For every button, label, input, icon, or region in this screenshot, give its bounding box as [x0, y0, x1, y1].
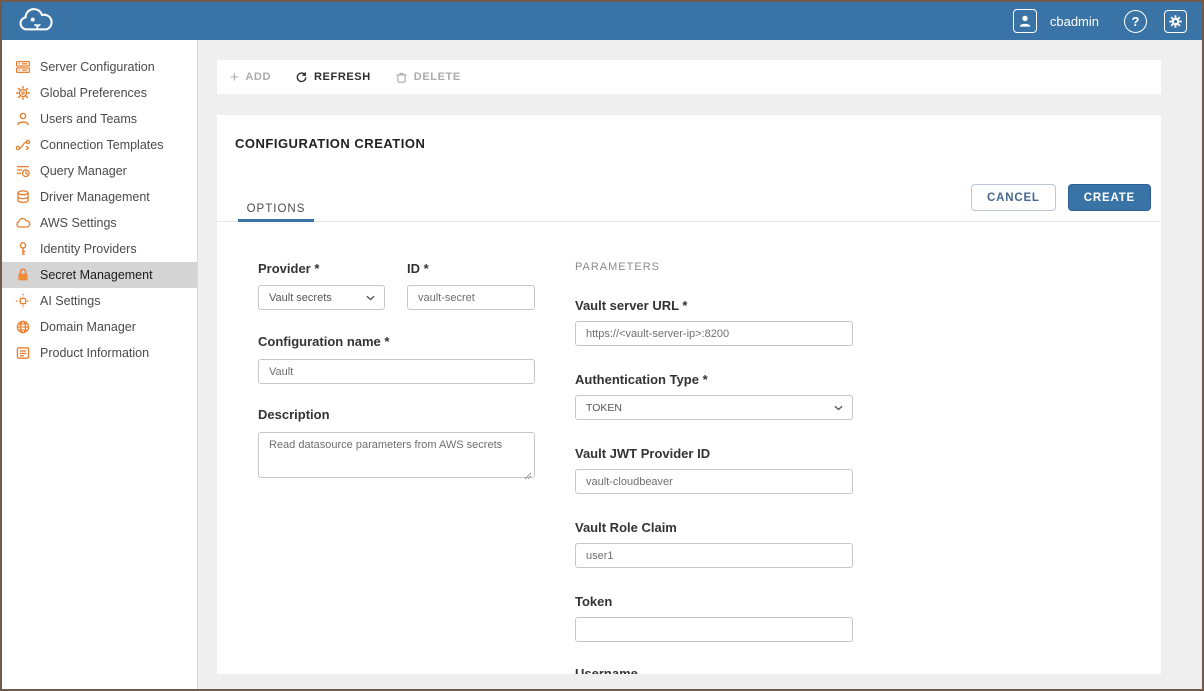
vault-role-claim-label: Vault Role Claim: [575, 520, 677, 535]
sidebar-item-global-preferences[interactable]: Global Preferences: [2, 80, 197, 106]
configuration-name-label: Configuration name *: [258, 334, 389, 349]
authentication-type-select[interactable]: TOKEN: [575, 395, 853, 420]
plus-icon: +: [230, 71, 239, 84]
vault-jwt-provider-id-input[interactable]: [575, 469, 853, 494]
user-icon: [15, 111, 31, 127]
provider-select-value: Vault secrets: [269, 292, 332, 304]
cancel-button[interactable]: CANCEL: [971, 184, 1056, 211]
sidebar-item-label: Global Preferences: [40, 86, 147, 100]
refresh-icon: [295, 71, 308, 84]
sidebar-item-label: Query Manager: [40, 164, 127, 178]
query-clock-icon: [15, 163, 31, 179]
key-icon: [15, 241, 31, 257]
delete-button[interactable]: DELETE: [395, 71, 461, 84]
gear-icon: [15, 85, 31, 101]
description-label: Description: [258, 407, 330, 422]
sidebar-item-ai-settings[interactable]: AI Settings: [2, 288, 197, 314]
sidebar-item-label: Server Configuration: [40, 60, 155, 74]
configuration-name-input[interactable]: [258, 359, 535, 384]
document-icon: [15, 345, 31, 361]
id-input[interactable]: [407, 285, 535, 310]
trash-icon: [395, 71, 408, 84]
token-input[interactable]: [575, 617, 853, 642]
help-button[interactable]: ?: [1124, 10, 1147, 33]
sidebar-item-label: AWS Settings: [40, 216, 117, 230]
question-mark-icon: ?: [1132, 14, 1140, 29]
sidebar-item-secret-management[interactable]: Secret Management: [2, 262, 197, 288]
sidebar-item-aws-settings[interactable]: AWS Settings: [2, 210, 197, 236]
globe-icon: [15, 319, 31, 335]
database-icon: [15, 189, 31, 205]
refresh-button[interactable]: REFRESH: [295, 71, 371, 84]
vault-server-url-label: Vault server URL *: [575, 298, 687, 313]
top-bar: cbadmin ?: [2, 2, 1202, 40]
sidebar-item-label: Identity Providers: [40, 242, 137, 256]
sidebar-item-label: Users and Teams: [40, 112, 137, 126]
vault-jwt-provider-id-label: Vault JWT Provider ID: [575, 446, 710, 461]
id-label: ID *: [407, 261, 429, 276]
chevron-down-icon: [366, 295, 375, 301]
sidebar-item-users-and-teams[interactable]: Users and Teams: [2, 106, 197, 132]
sidebar-item-label: Connection Templates: [40, 138, 163, 152]
app-window: cbadmin ?: [0, 0, 1204, 691]
server-icon: [15, 59, 31, 75]
settings-button[interactable]: [1164, 10, 1187, 33]
sidebar-item-label: Secret Management: [40, 268, 153, 282]
cloudbeaver-logo-icon[interactable]: [14, 7, 58, 35]
add-button-label: ADD: [245, 71, 271, 83]
sidebar-item-label: Domain Manager: [40, 320, 136, 334]
lock-icon: [15, 267, 31, 283]
provider-label: Provider *: [258, 261, 319, 276]
create-button[interactable]: CREATE: [1068, 184, 1151, 211]
active-tab-underline: [238, 219, 314, 222]
vault-role-claim-input[interactable]: [575, 543, 853, 568]
sidebar-item-product-information[interactable]: Product Information: [2, 340, 197, 366]
description-textarea[interactable]: Read datasource parameters from AWS secr…: [258, 432, 535, 478]
tab-options[interactable]: OPTIONS: [238, 203, 314, 215]
provider-select[interactable]: Vault secrets: [258, 285, 385, 310]
authentication-type-value: TOKEN: [586, 402, 622, 414]
configuration-creation-panel: CONFIGURATION CREATION CANCEL CREATE OPT…: [217, 115, 1161, 674]
sidebar-item-label: Driver Management: [40, 190, 150, 204]
sidebar-item-label: Product Information: [40, 346, 149, 360]
sidebar-item-driver-management[interactable]: Driver Management: [2, 184, 197, 210]
tabs-separator: [217, 221, 1161, 222]
admin-sidebar: Server Configuration Global Preferences: [2, 40, 198, 689]
person-icon: [1017, 13, 1033, 29]
content-area: + ADD REFRESH: [198, 40, 1202, 689]
gear-icon: [1168, 14, 1183, 29]
connection-icon: [15, 137, 31, 153]
resize-grip-icon[interactable]: [523, 467, 532, 476]
sidebar-item-server-configuration[interactable]: Server Configuration: [2, 54, 197, 80]
add-button[interactable]: + ADD: [230, 71, 271, 84]
delete-button-label: DELETE: [414, 71, 461, 83]
chevron-down-icon: [834, 405, 843, 411]
parameters-section-label: PARAMETERS: [575, 261, 660, 273]
vault-server-url-input[interactable]: [575, 321, 853, 346]
authentication-type-label: Authentication Type *: [575, 372, 708, 387]
token-label: Token: [575, 594, 612, 609]
page-title: CONFIGURATION CREATION: [235, 136, 425, 151]
form-actions: CANCEL CREATE: [971, 184, 1151, 211]
sidebar-item-domain-manager[interactable]: Domain Manager: [2, 314, 197, 340]
cloud-icon: [15, 215, 31, 231]
sidebar-item-connection-templates[interactable]: Connection Templates: [2, 132, 197, 158]
ai-chip-icon: [15, 293, 31, 309]
sidebar-item-label: AI Settings: [40, 294, 100, 308]
toolbar: + ADD REFRESH: [217, 60, 1161, 94]
user-avatar[interactable]: [1013, 9, 1037, 33]
refresh-button-label: REFRESH: [314, 71, 371, 83]
username-label: Username: [575, 666, 638, 674]
sidebar-item-identity-providers[interactable]: Identity Providers: [2, 236, 197, 262]
username-label: cbadmin: [1050, 14, 1099, 29]
sidebar-item-query-manager[interactable]: Query Manager: [2, 158, 197, 184]
